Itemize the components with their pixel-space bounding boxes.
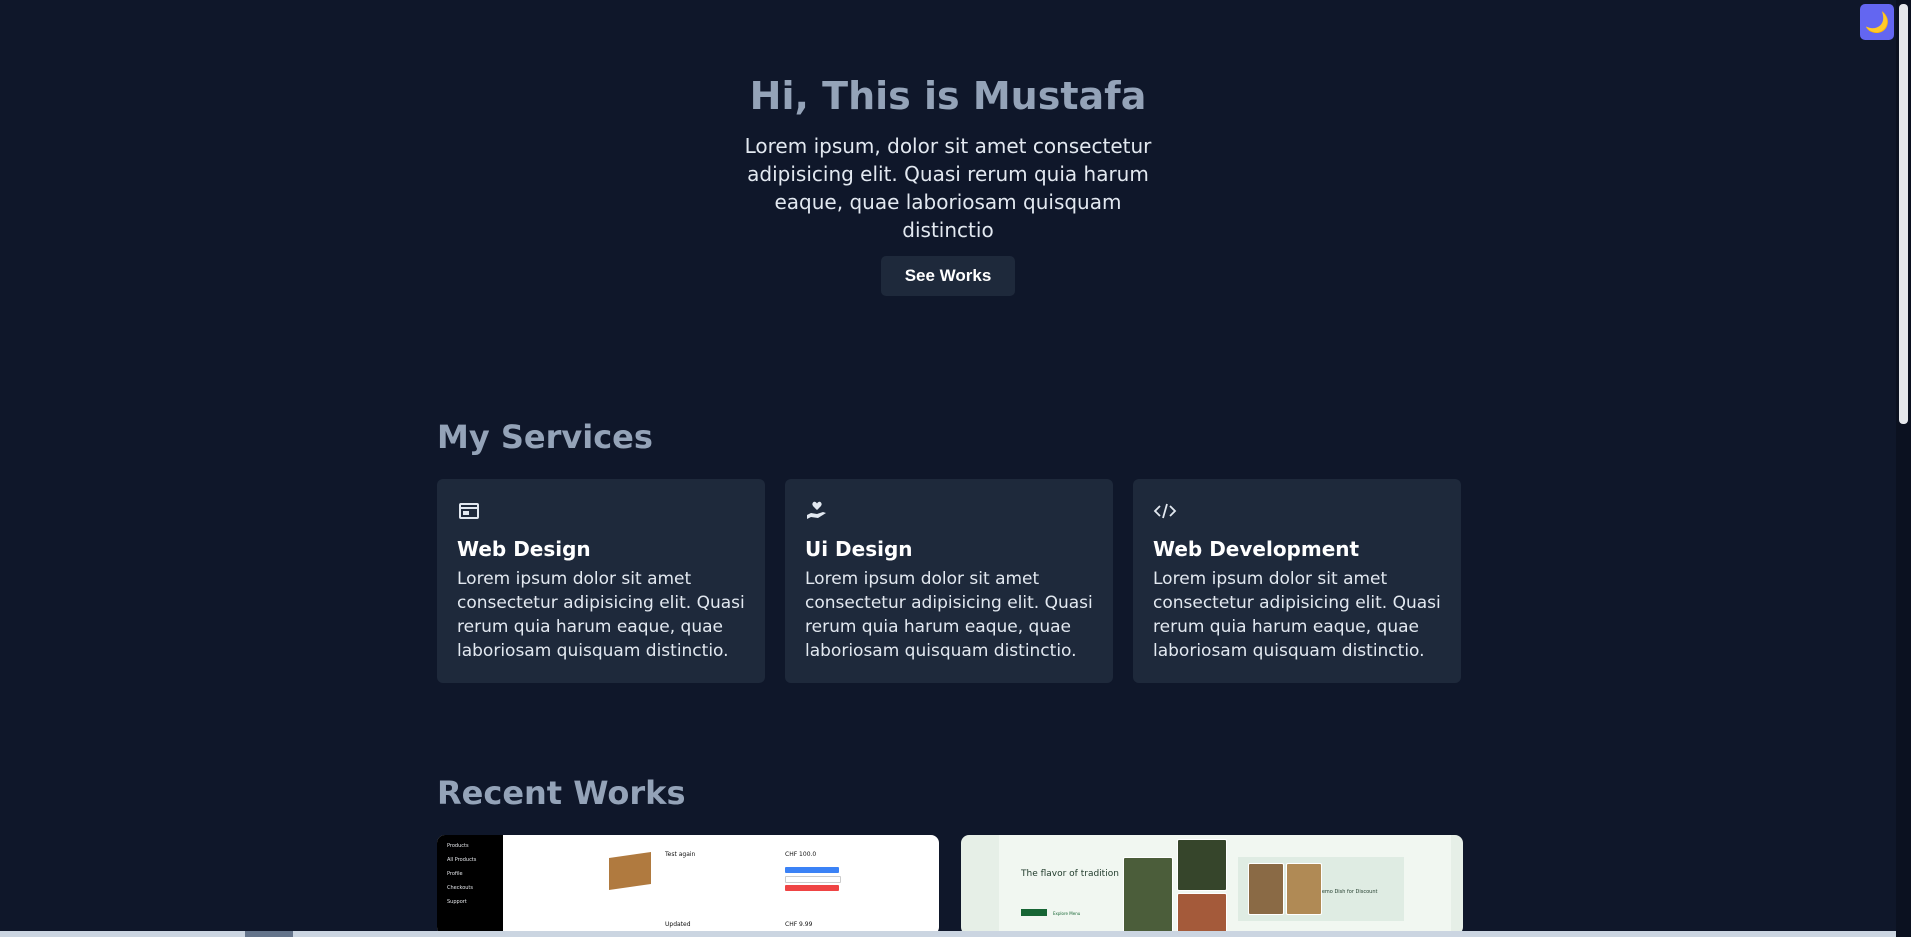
product-name: Test again [665,851,696,858]
service-text: Lorem ipsum dolor sit amet consectetur a… [1153,569,1441,661]
code-icon [1153,503,1177,519]
horizontal-scrollbar[interactable] [0,931,1896,937]
food-image [1286,863,1322,915]
sidebar-item: Checkouts [447,885,473,891]
sidebar-item: Support [447,899,467,905]
works-title: Recent Works [437,774,686,812]
food-image [1177,839,1227,891]
hscroll-thumb[interactable] [245,931,293,937]
cancel-button [785,876,841,883]
product-price: CHF 9.99 [785,921,813,928]
service-title: Web Design [457,537,591,561]
sidebar-item: All Products [447,857,477,863]
service-text: Lorem ipsum dolor sit amet consectetur a… [457,569,745,661]
moon-icon: 🌙 [1864,10,1890,34]
hero-title: Hi, This is Mustafa [749,74,1147,118]
browser-window-icon [459,503,479,519]
food-image [1123,857,1173,933]
delete-button [785,885,839,891]
service-card-web-development: Web Development Lorem ipsum dolor sit am… [1133,479,1461,683]
food-image [1177,893,1227,935]
service-card-ui-design: Ui Design Lorem ipsum dolor sit amet con… [785,479,1113,683]
service-title: Ui Design [805,537,913,561]
service-card-web-design: Web Design Lorem ipsum dolor sit amet co… [437,479,765,683]
work-card-shop-admin[interactable]: Products All Products Profile Checkouts … [437,835,939,935]
works-list: Products All Products Profile Checkouts … [437,835,1463,935]
services-list: Web Design Lorem ipsum dolor sit amet co… [437,479,1461,683]
box-image [609,852,651,890]
sidebar-item: Profile [447,871,463,877]
services-title: My Services [437,418,653,456]
service-title: Web Development [1153,537,1360,561]
work-card-restaurant[interactable]: The flavor of tradition Explore Menu Dem… [961,835,1463,935]
scroll-thumb[interactable] [1899,4,1908,424]
service-text: Lorem ipsum dolor sit amet consectetur a… [805,569,1093,661]
theme-toggle-button[interactable]: 🌙 [1860,4,1894,40]
sidebar: Products All Products Profile Checkouts … [437,835,503,935]
edit-button [785,867,839,873]
hero-section: Hi, This is Mustafa Lorem ipsum, dolor s… [0,70,1896,296]
sidebar-item: Products [447,843,469,849]
heart-hand-icon [807,501,826,519]
hero-text: Lorem ipsum, dolor sit amet consectetur … [744,134,1152,242]
vertical-scrollbar[interactable] [1896,0,1911,937]
cta-button [1021,909,1047,916]
restaurant-headline: The flavor of tradition [1021,869,1119,879]
product-price: CHF 100.0 [785,851,817,858]
explore-link: Explore Menu [1053,911,1081,916]
promo-text: Demo Dish for Discount [1318,889,1378,895]
food-image [1248,863,1284,915]
product-name: Updated [665,921,691,928]
see-works-button[interactable]: See Works [880,256,1016,296]
